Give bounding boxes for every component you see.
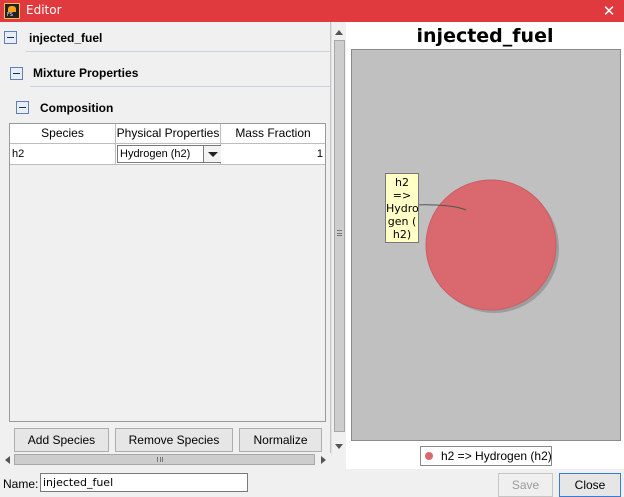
column-header-mass-fraction[interactable]: Mass Fraction <box>221 124 325 144</box>
add-species-button[interactable]: Add Species <box>14 428 109 452</box>
scroll-down-icon[interactable] <box>335 444 343 449</box>
pie-plot-area: h2 => Hydro gen ( h2) <box>351 49 621 441</box>
pie-slice-tooltip: h2 => Hydro gen ( h2) <box>385 173 419 243</box>
scrollbar-thumb[interactable] <box>14 454 315 465</box>
mixture-section-label: Mixture Properties <box>33 66 139 80</box>
chart-legend: h2 => Hydrogen (h2) <box>420 446 552 466</box>
composition-section-label: Composition <box>40 101 114 115</box>
save-button[interactable]: Save <box>498 473 553 497</box>
legend-label: h2 => Hydrogen (h2) <box>441 449 552 463</box>
horizontal-scrollbar[interactable] <box>0 453 331 467</box>
group-divider <box>26 51 330 52</box>
window-close-button[interactable]: ✕ <box>594 0 624 22</box>
pie-slice[interactable] <box>425 179 557 311</box>
physical-properties-cell[interactable]: Hydrogen (h2) <box>116 144 222 165</box>
properties-pane: injected_fuel Mixture Properties Composi… <box>0 22 331 456</box>
chevron-down-icon[interactable] <box>203 146 221 162</box>
object-header-label: injected_fuel <box>29 31 103 45</box>
scroll-right-icon[interactable] <box>321 456 326 464</box>
tooltip-line: h2) <box>392 228 412 241</box>
app-logo-icon <box>4 3 20 19</box>
tooltip-line: => <box>392 189 412 202</box>
grip-icon <box>337 230 342 236</box>
legend-swatch <box>425 452 433 460</box>
dropdown-selected-value: Hydrogen (h2) <box>120 148 191 160</box>
physical-properties-dropdown[interactable]: Hydrogen (h2) <box>117 145 222 163</box>
close-button[interactable]: Close <box>559 473 621 497</box>
grip-icon <box>157 457 163 462</box>
mass-fraction-cell[interactable]: 1 <box>221 144 325 165</box>
group-divider <box>30 86 330 87</box>
scrollbar-thumb[interactable] <box>334 40 345 432</box>
tooltip-line: h2 <box>395 176 409 189</box>
species-cell[interactable]: h2 <box>10 144 116 165</box>
pie-chart <box>412 179 559 313</box>
scroll-up-icon[interactable] <box>335 30 343 35</box>
collapse-icon[interactable] <box>4 31 17 44</box>
column-header-physical-properties[interactable]: Physical Properties <box>116 124 221 144</box>
scroll-left-icon[interactable] <box>5 456 10 464</box>
footer-bar: Name: injected_fuel Save Close <box>0 469 624 497</box>
species-table: Species Physical Properties Mass Fractio… <box>9 123 326 422</box>
column-header-species[interactable]: Species <box>10 124 116 144</box>
window-title: Editor <box>26 3 62 17</box>
name-label: Name: <box>3 477 39 491</box>
window-titlebar: Editor ✕ <box>0 0 624 22</box>
collapse-icon[interactable] <box>16 101 29 114</box>
tooltip-line: Hydro <box>386 202 419 215</box>
tooltip-line: gen ( <box>387 215 417 228</box>
remove-species-button[interactable]: Remove Species <box>115 428 233 452</box>
collapse-icon[interactable] <box>10 67 23 80</box>
normalize-button[interactable]: Normalize <box>239 428 322 452</box>
vertical-scrollbar[interactable] <box>331 22 346 456</box>
name-input[interactable]: injected_fuel <box>40 473 248 492</box>
chart-title: injected_fuel <box>416 25 554 47</box>
composition-preview: injected_fuel h2 => Hydro gen ( h2) h2 =… <box>346 22 624 469</box>
